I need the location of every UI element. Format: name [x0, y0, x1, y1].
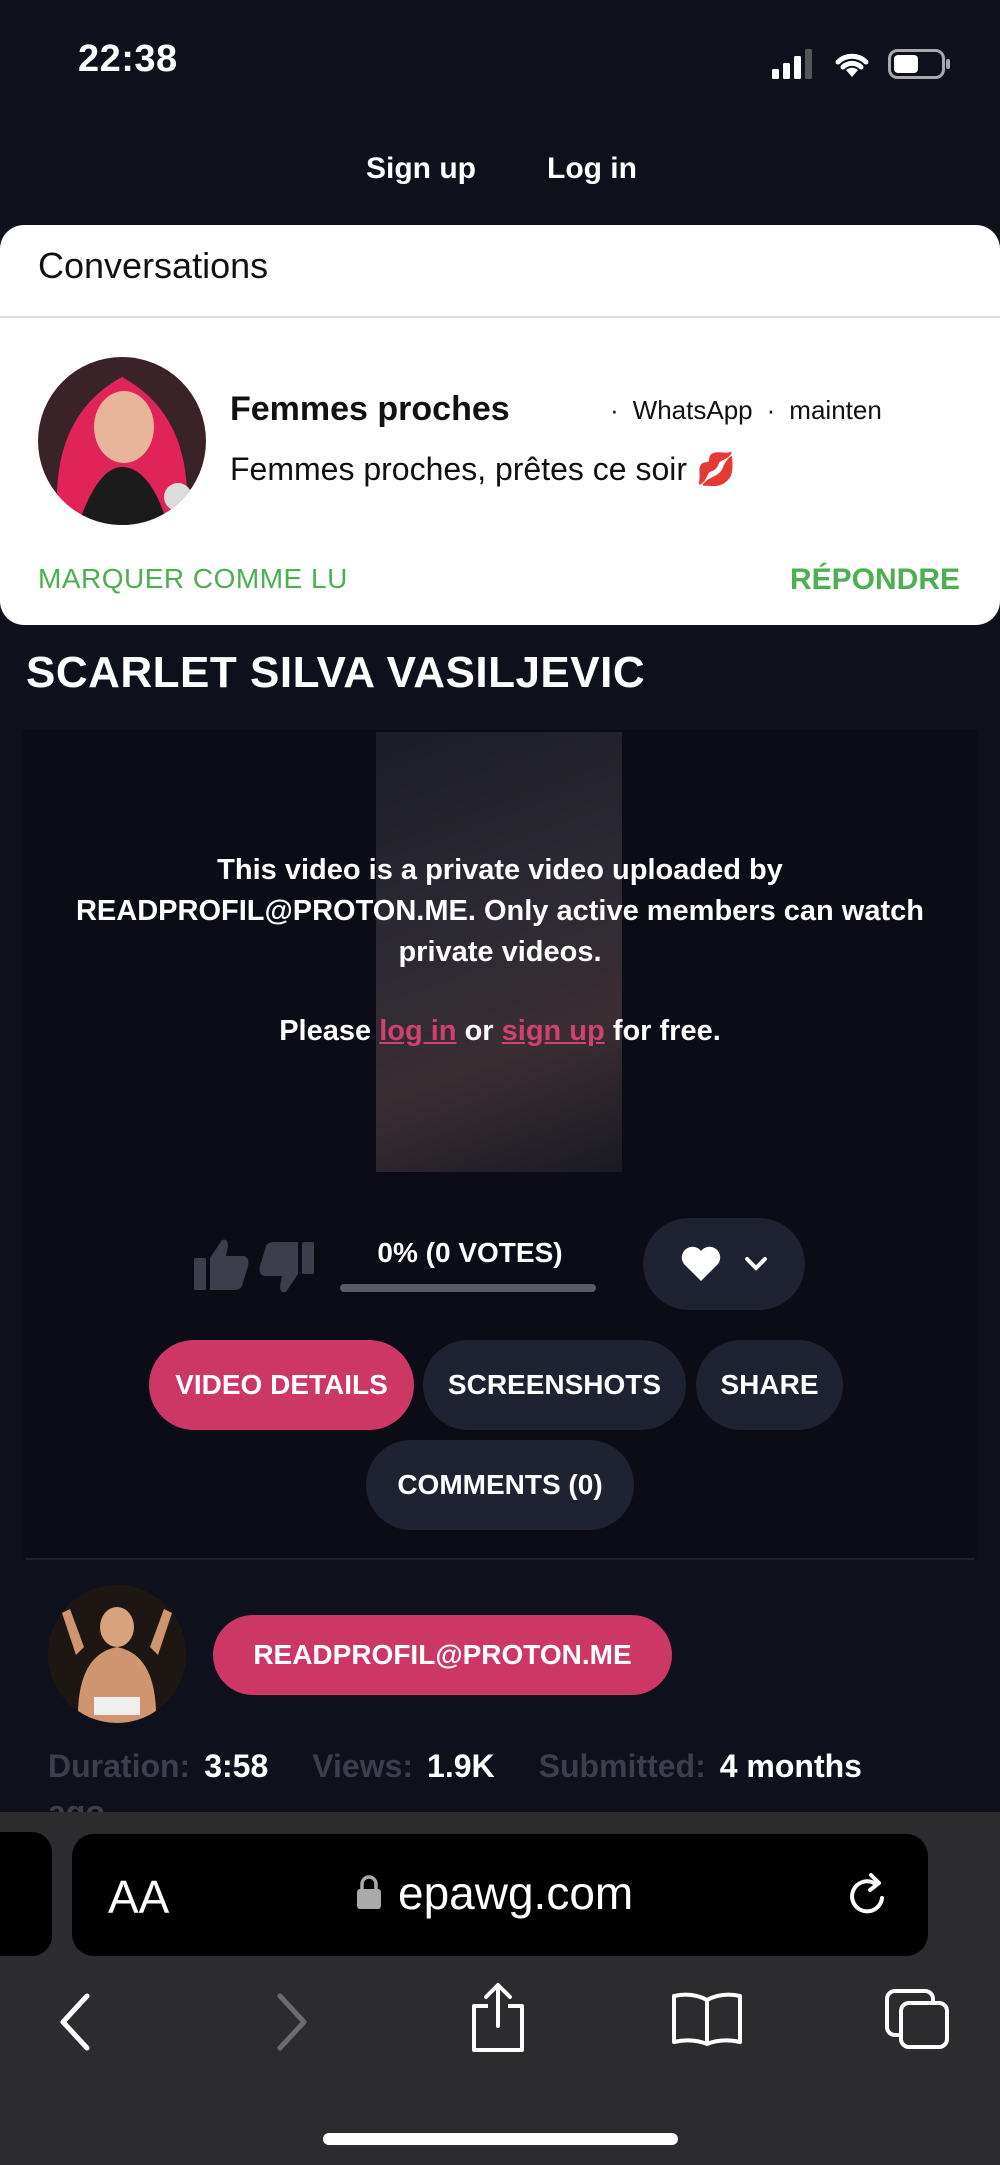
bookmarks-icon[interactable] [670, 1990, 744, 2046]
cellular-signal-icon [772, 49, 812, 79]
uploader-name-button[interactable]: READPROFIL@PROTON.ME [213, 1615, 672, 1695]
notification-header: Conversations [38, 245, 269, 286]
reply-button[interactable]: RÉPONDRE [790, 563, 960, 597]
previous-tab-peek[interactable] [0, 1832, 52, 1956]
url-text[interactable]: epawg.com [398, 1866, 633, 1920]
submitted-value: 4 months [719, 1748, 862, 1784]
tab-comments[interactable]: COMMENTS (0) [366, 1440, 634, 1530]
back-icon[interactable] [55, 1992, 95, 2052]
notification-source: WhatsApp [632, 395, 753, 425]
text-size-button[interactable]: AA [108, 1870, 169, 1924]
tab-share[interactable]: SHARE [696, 1340, 843, 1430]
views-value: 1.9K [427, 1748, 495, 1784]
battery-icon [888, 49, 950, 79]
reload-icon[interactable] [845, 1870, 891, 1920]
notification-card[interactable]: Conversations Femmes proches · WhatsApp ·… [0, 225, 1000, 625]
tabs-icon[interactable] [884, 1988, 952, 2052]
login-link[interactable]: Log in [547, 152, 637, 186]
share-icon[interactable] [468, 1982, 528, 2054]
chevron-down-icon [745, 1257, 767, 1271]
signup-prompt-link[interactable]: sign up [502, 1015, 605, 1047]
login-prompt: Please log in or sign up for free. [279, 1015, 721, 1047]
status-icons [772, 44, 952, 84]
section-divider [26, 1558, 974, 1560]
notification-message: Femmes proches, prêtes ce soir 💋 [230, 451, 736, 487]
tab-video-details[interactable]: VIDEO DETAILS [149, 1340, 414, 1430]
lock-icon [357, 1875, 381, 1909]
home-indicator [323, 2133, 678, 2145]
mark-as-read-button[interactable]: MARQUER COMME LU [38, 563, 348, 595]
signup-link[interactable]: Sign up [366, 152, 476, 186]
favorite-button[interactable] [643, 1218, 805, 1310]
private-video-message: This video is a private video uploaded b… [75, 854, 924, 968]
thumbs-down-icon[interactable] [258, 1240, 316, 1296]
thumbs-up-icon[interactable] [192, 1236, 250, 1292]
duration-value: 3:58 [204, 1748, 269, 1784]
video-stats: Duration: 3:58 Views: 1.9K Submitted: 4 … [48, 1748, 862, 1784]
uploader-avatar[interactable] [48, 1585, 186, 1723]
notification-divider [0, 316, 1000, 318]
wifi-icon [835, 53, 869, 77]
video-title: SCARLET SILVA VASILJEVIC [26, 648, 646, 697]
notification-time: mainten [789, 395, 882, 425]
rating-text: 0% (0 VOTES) [377, 1237, 563, 1268]
heart-icon [681, 1246, 721, 1281]
forward-icon[interactable] [272, 1992, 312, 2052]
status-time: 22:38 [78, 38, 178, 80]
login-prompt-link[interactable]: log in [379, 1015, 456, 1047]
tab-screenshots[interactable]: SCREENSHOTS [423, 1340, 686, 1430]
notification-avatar [38, 357, 206, 525]
rating-bar [340, 1284, 596, 1292]
notification-meta: · WhatsApp · mainten [610, 395, 882, 425]
notification-title: Femmes proches [230, 390, 510, 428]
